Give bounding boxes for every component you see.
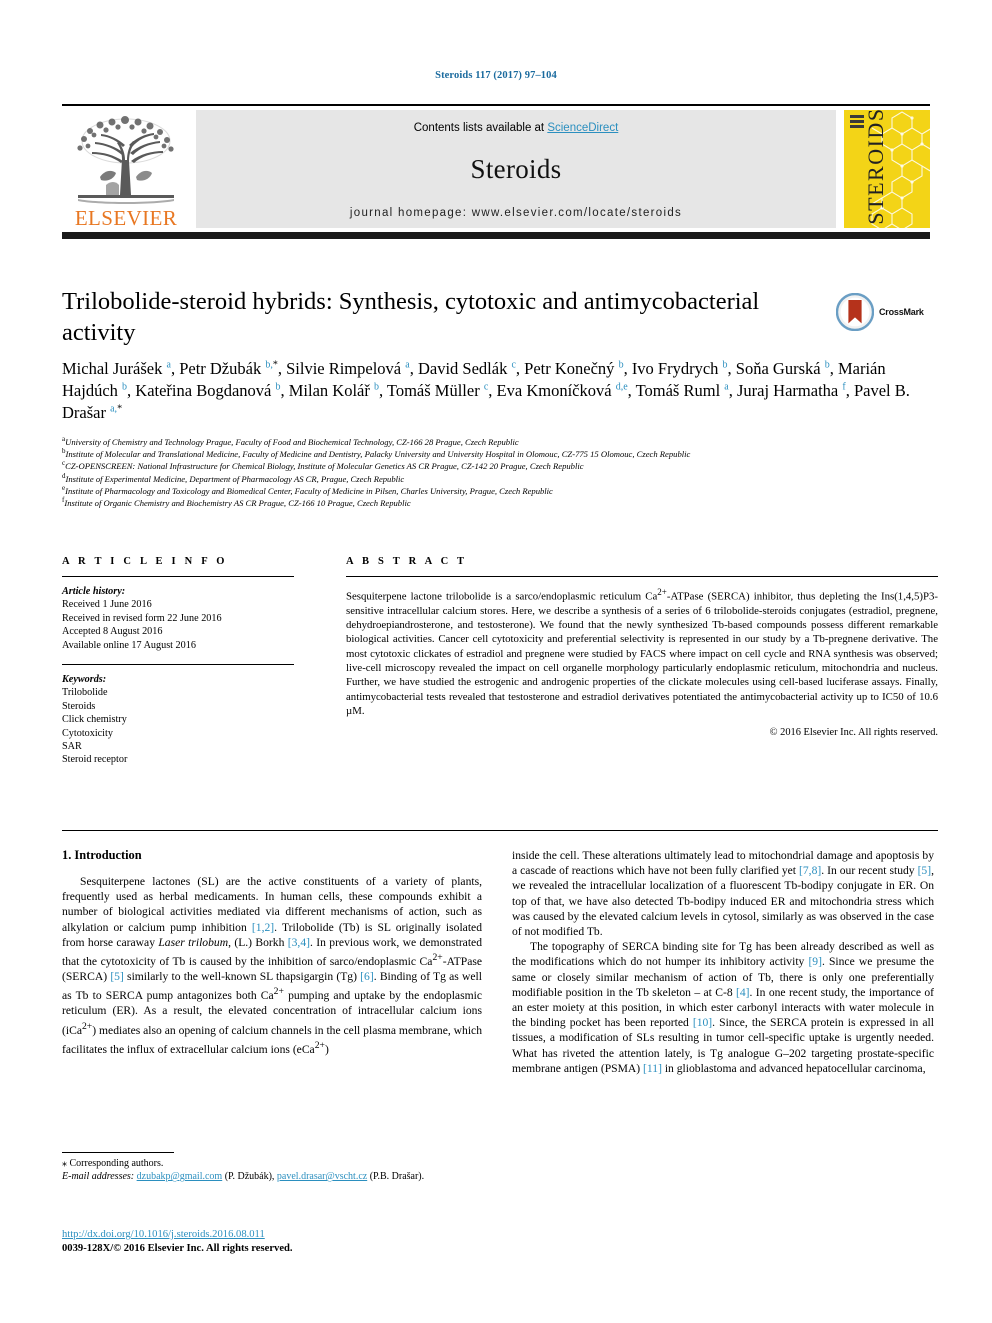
paper-page: Steroids 117 (2017) 97–104 ELSEVIER Cont…	[0, 0, 992, 1323]
masthead-bottom-rule	[62, 232, 930, 239]
article-info-rule	[62, 576, 294, 577]
keywords-label: Keywords:	[62, 674, 107, 686]
sciencedirect-link[interactable]: ScienceDirect	[547, 122, 618, 134]
abstract-rule	[346, 576, 938, 577]
keyword-item: Click chemistry	[62, 714, 127, 726]
affiliation-text: CZ-OPENSCREEN: National Infrastructure f…	[65, 461, 584, 472]
article-history: Article history: Received 1 June 2016 Re…	[62, 585, 294, 652]
history-item: Received in revised form 22 June 2016	[62, 612, 222, 624]
affiliation-text: University of Chemistry and Technology P…	[65, 437, 519, 447]
keywords-list: Keywords: Trilobolide Steroids Click che…	[62, 673, 294, 767]
affiliation-item: cCZ-OPENSCREEN: National Infrastructure …	[62, 460, 938, 472]
cover-journal-name: STEROIDS	[863, 110, 888, 225]
paragraph: inside the cell. These alterations ultim…	[512, 849, 934, 939]
keyword-item: Trilobolide	[62, 687, 108, 699]
body-column-right: inside the cell. These alterations ultim…	[512, 848, 934, 1076]
running-head: Steroids 117 (2017) 97–104	[435, 70, 557, 81]
crossmark-icon	[836, 293, 874, 331]
elsevier-tree-icon	[77, 116, 174, 204]
history-item: Received 1 June 2016	[62, 599, 152, 611]
abstract-copyright: © 2016 Elsevier Inc. All rights reserved…	[769, 727, 938, 739]
title-block: Trilobolide-steroid hybrids: Synthesis, …	[62, 286, 822, 348]
email-owner-1: (P. Džubák),	[224, 1171, 275, 1182]
doi-block: http://dx.doi.org/10.1016/j.steroids.201…	[62, 1228, 562, 1256]
affiliation-item: eInstitute of Pharmacology and Toxicolog…	[62, 484, 938, 497]
elsevier-wordmark: ELSEVIER	[74, 206, 178, 230]
contents-prefix: Contents lists available at	[413, 122, 548, 134]
affiliation-item: fInstitute of Organic Chemistry and Bioc…	[62, 497, 938, 509]
journal-title: Steroids	[470, 154, 562, 184]
page-title: Trilobolide-steroid hybrids: Synthesis, …	[62, 288, 760, 346]
abstract-column: A B S T R A C T Sesquiterpene lactone tr…	[346, 556, 938, 738]
corresponding-text: Corresponding authors.	[69, 1158, 164, 1169]
issn-copyright-line: 0039-128X/© 2016 Elsevier Inc. All right…	[62, 1243, 293, 1254]
journal-band: Contents lists available at ScienceDirec…	[196, 110, 836, 228]
contents-line: Contents lists available at ScienceDirec…	[196, 110, 836, 134]
affiliation-item: dInstitute of Experimental Medicine, Dep…	[62, 472, 938, 485]
author-list: Michal Jurášek a, Petr Džubák b,*, Silvi…	[62, 359, 910, 422]
abstract-text: Sesquiterpene lactone trilobolide is a s…	[346, 587, 938, 717]
affiliation-text: Institute of Organic Chemistry and Bioch…	[64, 498, 411, 509]
body-separator-rule	[62, 830, 938, 831]
keywords-rule	[62, 664, 294, 666]
affiliation-text: Institute of Molecular and Translational…	[65, 449, 691, 460]
corresponding-author-footnote: ⁎ Corresponding authors. E-mail addresse…	[62, 1152, 482, 1183]
article-info-heading: A R T I C L E I N F O	[62, 556, 228, 567]
crossmark-badge-group[interactable]: CrossMark	[836, 290, 936, 334]
journal-cover-thumbnail: STEROIDS	[844, 110, 930, 228]
affiliation-item: aUniversity of Chemistry and Technology …	[62, 436, 938, 448]
article-history-label: Article history:	[62, 586, 126, 597]
affiliation-list: aUniversity of Chemistry and Technology …	[62, 436, 938, 509]
keyword-item: Steroid receptor	[62, 754, 128, 766]
corresponding-author-line: ⁎ Corresponding authors.	[62, 1157, 482, 1170]
paragraph: The topography of SERCA binding site for…	[512, 940, 935, 1075]
section-heading-introduction: 1. Introduction	[62, 848, 142, 862]
footnote-body: ⁎ Corresponding authors. E-mail addresse…	[62, 1157, 482, 1183]
corresponding-marker: ⁎	[62, 1158, 67, 1169]
affiliation-text: Institute of Experimental Medicine, Depa…	[65, 473, 405, 484]
affiliation-text: Institute of Pharmacology and Toxicology…	[65, 485, 553, 496]
abstract-heading: A B S T R A C T	[346, 556, 468, 567]
email-label: E-mail addresses:	[62, 1171, 135, 1182]
doi-link[interactable]: http://dx.doi.org/10.1016/j.steroids.201…	[62, 1229, 265, 1240]
history-item: Accepted 8 August 2016	[62, 626, 163, 638]
email-line: E-mail addresses: dzubakp@gmail.com (P. …	[62, 1170, 482, 1183]
article-info-column: A R T I C L E I N F O Article history: R…	[62, 556, 294, 767]
footnote-rule	[62, 1152, 174, 1153]
email-owner-2: (P.B. Drašar).	[369, 1171, 425, 1182]
email-link-drasar[interactable]: pavel.drasar@vscht.cz	[277, 1171, 367, 1182]
paragraph: Sesquiterpene lactones (SL) are the acti…	[62, 875, 482, 1056]
body-column-left: 1. Introduction Sesquiterpene lactones (…	[62, 848, 482, 1057]
masthead-top-rule	[62, 104, 930, 106]
journal-homepage[interactable]: journal homepage: www.elsevier.com/locat…	[196, 207, 836, 219]
history-item: Available online 17 August 2016	[62, 639, 196, 651]
cover-publisher-mark	[850, 115, 864, 128]
elsevier-logo: ELSEVIER	[62, 110, 190, 230]
affiliation-item: bInstitute of Molecular and Translationa…	[62, 448, 938, 460]
journal-masthead: ELSEVIER Contents lists available at Sci…	[62, 104, 930, 239]
keyword-item: SAR	[62, 741, 82, 753]
keyword-item: Cytotoxicity	[62, 727, 113, 739]
crossmark-label: CrossMark	[879, 307, 924, 317]
email-link-dzubak[interactable]: dzubakp@gmail.com	[137, 1171, 223, 1182]
keyword-item: Steroids	[62, 700, 96, 712]
